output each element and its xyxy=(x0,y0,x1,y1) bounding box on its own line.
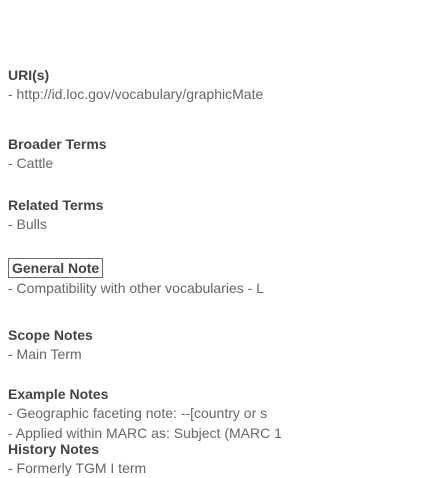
general-note-heading: General Note xyxy=(8,258,104,278)
history-note-item: - Formerly TGM I term xyxy=(8,460,147,476)
uris-heading: URI(s) xyxy=(8,67,50,83)
uris-link[interactable]: - http://id.loc.gov/vocabulary/graphicMa… xyxy=(8,84,448,104)
related-term-item[interactable]: - Bulls xyxy=(8,214,448,234)
broader-terms-section: Broader Terms - Cattle xyxy=(8,135,448,173)
broader-term-item[interactable]: - Cattle xyxy=(8,153,448,173)
history-notes-section: History Notes - Formerly TGM I term xyxy=(8,440,448,478)
example-notes-section: Example Notes - Geographic faceting note… xyxy=(8,385,448,443)
scope-notes-section: Scope Notes - Main Term xyxy=(8,326,448,364)
example-notes-heading: Example Notes xyxy=(8,386,109,402)
example-note-item-1: - Geographic faceting note: --[country o… xyxy=(8,405,268,421)
uris-section: URI(s) - http://id.loc.gov/vocabulary/gr… xyxy=(8,66,448,104)
broader-terms-heading: Broader Terms xyxy=(8,136,107,152)
general-note-item: - Compatibility with other vocabularies … xyxy=(8,280,264,296)
related-terms-heading: Related Terms xyxy=(8,197,104,213)
top-cut-text xyxy=(8,0,448,7)
scope-note-item: - Main Term xyxy=(8,346,82,362)
scope-notes-heading: Scope Notes xyxy=(8,327,93,343)
history-notes-heading: History Notes xyxy=(8,441,100,457)
related-terms-section: Related Terms - Bulls xyxy=(8,196,448,234)
general-note-section: General Note - Compatibility with other … xyxy=(8,258,448,298)
